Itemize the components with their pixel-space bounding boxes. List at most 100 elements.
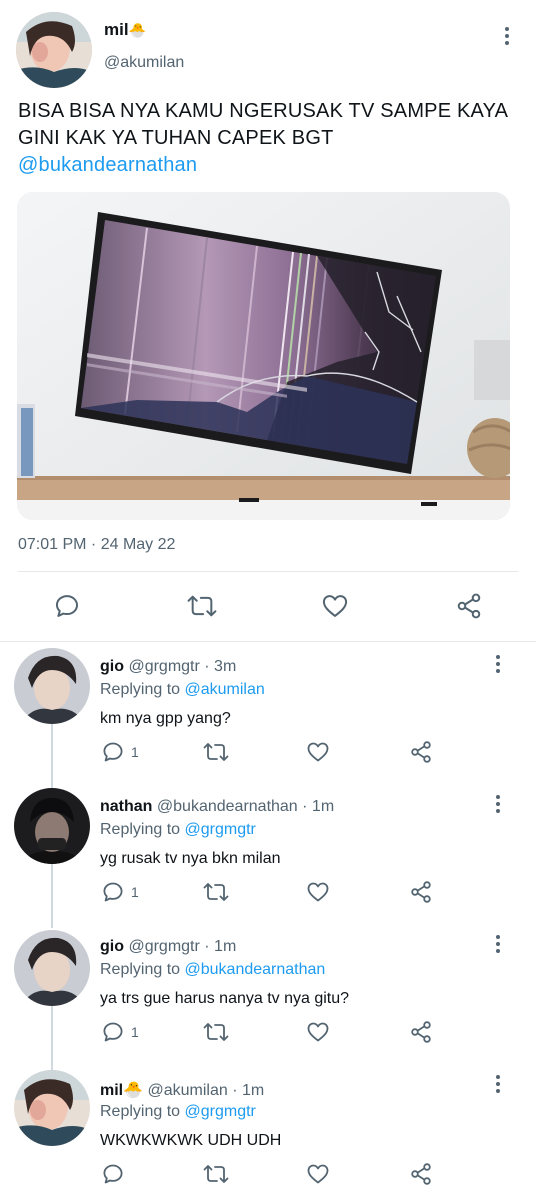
reply-tweet: nathan @bukandearnathan · 1m Replying to… [0, 786, 536, 926]
avatar[interactable] [16, 12, 92, 88]
share-button[interactable] [409, 880, 433, 904]
share-button[interactable] [455, 592, 483, 620]
reply-author-name[interactable]: gio [100, 658, 124, 675]
avatar[interactable] [14, 648, 90, 724]
reply-tweet: mil🐣 @akumilan · 1m Replying to @grgmgtr… [0, 1068, 536, 1200]
retweet-button[interactable] [203, 880, 229, 904]
replying-label: Replying to [100, 681, 185, 698]
reply-tweet: gio @grgmgtr · 1m Replying to @bukandear… [0, 926, 536, 1066]
tweet-body: BISA BISA NYA KAMU NGERUSAK TV SAMPE KAY… [18, 100, 508, 149]
retweet-icon [203, 883, 229, 901]
reply-button[interactable]: 1 [101, 880, 139, 904]
share-button[interactable] [409, 740, 433, 764]
reply-button[interactable] [53, 592, 81, 620]
more-options-icon[interactable] [488, 1072, 508, 1096]
main-tweet: mil🐣 @akumilan BISA BISA NYA KAMU NGERUS… [0, 0, 536, 642]
reply-count: 1 [131, 744, 139, 760]
replying-label: Replying to [100, 1103, 185, 1120]
like-button[interactable] [306, 1162, 330, 1186]
reply-header: nathan @bukandearnathan · 1m [100, 798, 334, 816]
more-options-icon[interactable] [488, 792, 508, 816]
replying-to-mention[interactable]: @grgmgtr [185, 1103, 256, 1120]
replying-to: Replying to @grgmgtr [100, 821, 256, 839]
divider [18, 571, 518, 572]
replying-label: Replying to [100, 961, 185, 978]
author-handle[interactable]: @akumilan [104, 54, 184, 72]
reply-author-handle[interactable]: @grgmgtr [128, 658, 199, 675]
like-button[interactable] [306, 880, 330, 904]
replying-to-mention[interactable]: @grgmgtr [185, 821, 256, 838]
share-icon [411, 881, 431, 903]
reply-text: km nya gpp yang? [100, 710, 231, 727]
mention-link[interactable]: @bukandearnathan [18, 154, 197, 176]
reply-icon [103, 882, 123, 902]
retweet-icon [203, 1023, 229, 1041]
retweet-button[interactable] [203, 740, 229, 764]
tweet-text: BISA BISA NYA KAMU NGERUSAK TV SAMPE KAY… [18, 98, 518, 179]
reply-button[interactable] [101, 1162, 131, 1186]
author-name-row: mil🐣 [104, 20, 146, 40]
replying-to-mention[interactable]: @bukandearnathan [185, 961, 326, 978]
avatar[interactable] [14, 930, 90, 1006]
reply-count: 1 [131, 884, 139, 900]
reply-author-handle[interactable]: @bukandearnathan [157, 798, 298, 815]
share-icon [411, 741, 431, 763]
separator: · [199, 658, 215, 675]
reply-text: WKWKWKWK UDH UDH [100, 1132, 282, 1149]
retweet-icon [203, 743, 229, 761]
like-button[interactable] [306, 740, 330, 764]
reply-icon [103, 1022, 123, 1042]
reply-count: 1 [131, 1024, 139, 1040]
share-button[interactable] [409, 1162, 433, 1186]
reply-header: mil🐣 @akumilan · 1m [100, 1080, 264, 1100]
reply-icon [103, 1164, 123, 1184]
reply-author-handle[interactable]: @akumilan [148, 1082, 228, 1099]
like-button[interactable] [320, 592, 350, 620]
more-options-icon[interactable] [488, 932, 508, 956]
reply-time[interactable]: 1m [214, 938, 236, 955]
retweet-button[interactable] [203, 1020, 229, 1044]
reply-time[interactable]: 1m [312, 798, 334, 815]
reply-time[interactable]: 1m [242, 1082, 264, 1099]
share-icon [411, 1021, 431, 1043]
reply-time[interactable]: 3m [214, 658, 236, 675]
reply-button[interactable]: 1 [101, 1020, 139, 1044]
share-icon [411, 1163, 431, 1185]
heart-icon [322, 595, 348, 617]
reply-author-name[interactable]: mil🐣 [100, 1082, 143, 1099]
chick-emoji: 🐣 [128, 22, 146, 38]
share-button[interactable] [409, 1020, 433, 1044]
separator: · [199, 938, 215, 955]
like-button[interactable] [306, 1020, 330, 1044]
retweet-button[interactable] [203, 1162, 229, 1186]
reply-author-name[interactable]: nathan [100, 798, 152, 815]
reply-text: ya trs gue harus nanya tv nya gitu? [100, 990, 350, 1007]
reply-author-name[interactable]: gio [100, 938, 124, 955]
reply-button[interactable]: 1 [101, 740, 139, 764]
divider [0, 641, 536, 642]
avatar[interactable] [14, 1070, 90, 1146]
reply-tweet: gio @grgmgtr · 3m Replying to @akumilan … [0, 646, 536, 786]
heart-icon [307, 882, 329, 902]
reply-author-handle[interactable]: @grgmgtr [128, 938, 199, 955]
share-icon [457, 593, 481, 619]
reply-icon [55, 595, 79, 617]
retweet-button[interactable] [186, 592, 218, 620]
tweet-timestamp[interactable]: 07:01 PM · 24 May 22 [18, 536, 175, 554]
replying-to: Replying to @bukandearnathan [100, 961, 325, 979]
retweet-icon [203, 1165, 229, 1183]
replying-to-mention[interactable]: @akumilan [185, 681, 265, 698]
avatar[interactable] [14, 788, 90, 864]
tweet-image[interactable] [17, 192, 510, 520]
replying-to: Replying to @akumilan [100, 681, 265, 699]
separator: · [297, 798, 312, 815]
reply-header: gio @grgmgtr · 3m [100, 658, 236, 676]
heart-icon [307, 1022, 329, 1042]
more-options-icon[interactable] [488, 652, 508, 676]
reply-icon [103, 742, 123, 762]
separator: · [227, 1082, 242, 1099]
heart-icon [307, 1164, 329, 1184]
heart-icon [307, 742, 329, 762]
more-options-icon[interactable] [497, 24, 517, 48]
author-name[interactable]: mil [104, 20, 129, 39]
